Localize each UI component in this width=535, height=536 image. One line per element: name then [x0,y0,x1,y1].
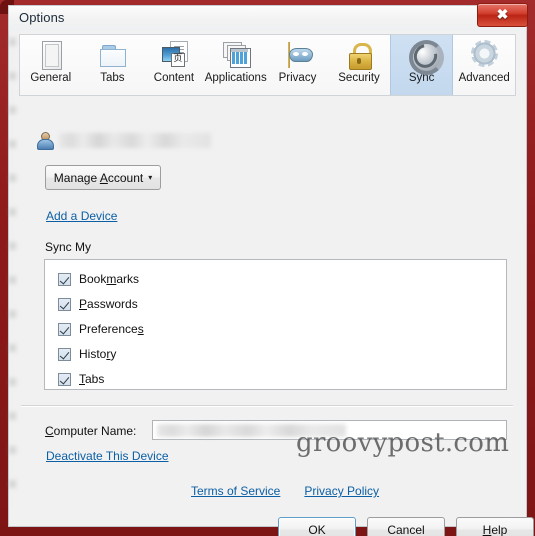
tab-advanced-label: Advanced [458,72,510,84]
sync-checkbox-tabs[interactable]: Tabs [58,372,104,386]
sync-checkbox-passwords[interactable]: Passwords [58,297,138,311]
tab-security-label: Security [338,72,380,84]
tab-general[interactable]: General [20,35,82,95]
checkbox-icon[interactable] [58,322,71,336]
sync-checkbox-history-label: History [79,347,117,361]
account-name-redacted [59,132,211,148]
tab-tabs-label: Tabs [100,72,125,84]
folder-icon [95,39,129,71]
checkbox-icon[interactable] [58,347,71,361]
section-divider [21,405,513,407]
manage-account-label: Manage Account [53,170,144,185]
options-tab-toolbar: General Tabs 页 Content Applications Priv… [19,34,516,96]
close-icon: ✖ [496,6,509,22]
sync-checkbox-tabs-label: Tabs [79,372,105,386]
privacy-mask-icon [280,39,314,71]
deactivate-this-device-link[interactable]: Deactivate This Device [46,449,169,463]
options-dialog: General Tabs 页 Content Applications Priv… [8,31,534,536]
general-document-icon [34,39,68,71]
content-image-page-icon: 页 [157,39,191,71]
tab-advanced[interactable]: Advanced [453,35,515,95]
tab-content-label: Content [153,72,195,84]
title-bar: Options ✖ [8,3,528,31]
screenshot-root: Options ✖ General Tabs 页 Content Applica… [0,0,535,536]
sync-items-listbox: Bookmarks Passwords Preferences History … [44,259,507,390]
computer-name-input[interactable] [152,420,507,440]
advanced-gear-icon [467,39,501,71]
manage-account-button[interactable]: Manage Account ▾ [45,165,161,190]
checkbox-icon[interactable] [58,372,71,386]
cancel-button[interactable]: Cancel [367,517,445,536]
tab-applications[interactable]: Applications [205,35,267,95]
legal-links: Terms of Service Privacy Policy [191,484,379,498]
checkbox-icon[interactable] [58,297,71,311]
applications-windows-icon [219,39,253,71]
computer-name-value [157,424,346,437]
sync-checkbox-passwords-label: Passwords [79,297,138,311]
privacy-policy-link[interactable]: Privacy Policy [304,484,379,498]
ok-button[interactable]: OK [278,517,356,536]
add-a-device-link[interactable]: Add a Device [46,209,117,223]
tab-sync[interactable]: Sync [389,35,454,95]
chevron-down-icon: ▾ [148,172,153,182]
security-padlock-icon [342,39,376,71]
tab-security[interactable]: Security [328,35,390,95]
tab-privacy[interactable]: Privacy [267,35,329,95]
computer-name-label: Computer Name: [45,424,137,438]
checkbox-icon[interactable] [58,272,71,286]
tab-privacy-label: Privacy [278,72,317,84]
sync-checkbox-preferences[interactable]: Preferences [58,322,144,336]
dialog-button-row: OK Cancel Help [278,517,534,536]
tab-content[interactable]: 页 Content [143,35,205,95]
tab-general-label: General [30,72,72,84]
sync-my-label: Sync My [45,240,92,254]
terms-of-service-link[interactable]: Terms of Service [191,484,280,498]
help-button[interactable]: Help [456,517,534,536]
account-row [36,131,211,150]
sync-checkbox-bookmarks-label: Bookmarks [79,272,140,286]
sync-checkbox-history[interactable]: History [58,347,116,361]
sync-checkbox-bookmarks[interactable]: Bookmarks [58,272,139,286]
tab-tabs[interactable]: Tabs [82,35,144,95]
sync-circular-arrows-icon [405,39,444,75]
sync-checkbox-preferences-label: Preferences [79,322,144,336]
close-button[interactable]: ✖ [477,3,528,27]
tab-applications-label: Applications [204,72,267,84]
user-avatar-icon [36,131,54,150]
window-title: Options [19,10,65,25]
